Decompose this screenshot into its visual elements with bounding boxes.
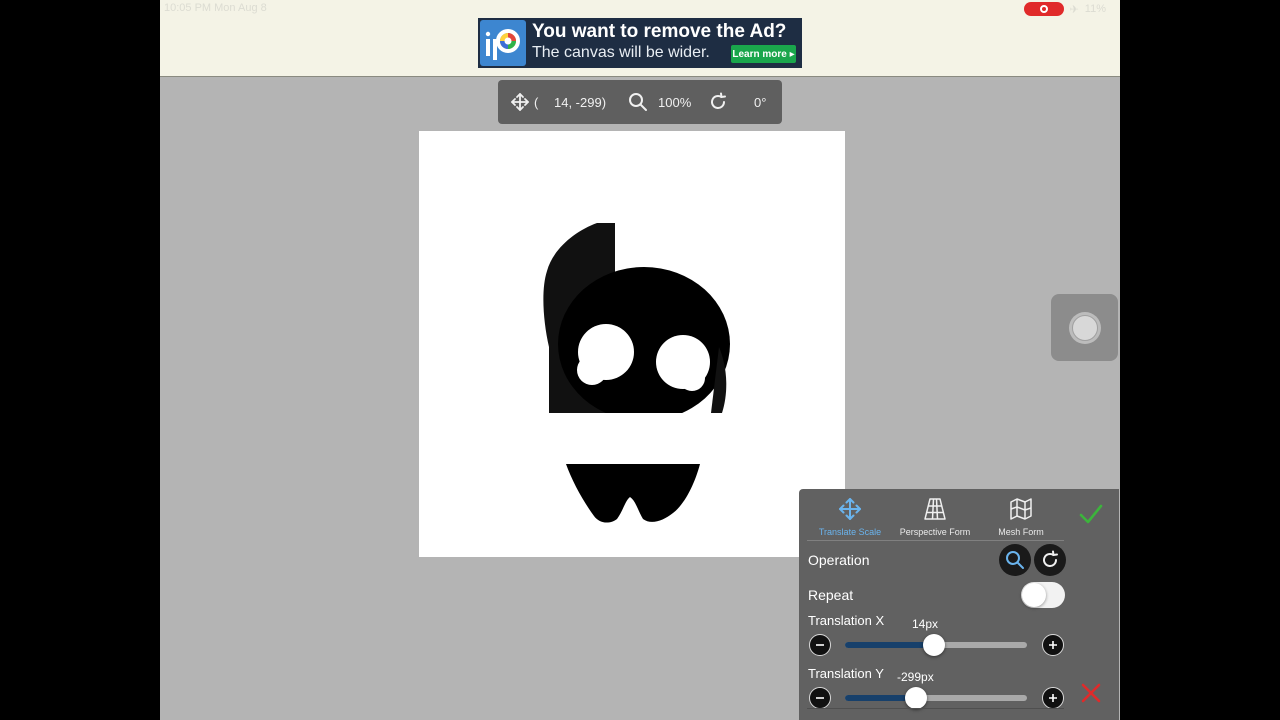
translation-y-decrement-button[interactable] [809,687,831,709]
screen-recording-indicator [1023,2,1064,16]
close-icon [1081,683,1101,703]
ibispaint-logo-icon [480,20,526,66]
tool-label: Perspective Form [899,527,971,537]
translation-y-value: -299px [897,670,934,684]
status-icons: ✈ 11% [1023,2,1106,16]
translation-x-value: 14px [912,617,939,631]
rotation-angle: 0° [754,94,767,110]
minus-icon [816,644,824,646]
confirm-checkmark-button[interactable] [1078,501,1104,532]
cancel-x-button[interactable] [1080,682,1102,709]
plus-icon [1049,641,1057,649]
operation-rotate-button[interactable] [1034,544,1066,576]
slider-thumb[interactable] [923,634,946,656]
rotate-icon [1043,550,1058,567]
tool-mesh-form[interactable]: Mesh Form [971,497,1071,537]
translation-x-decrement-button[interactable] [809,634,831,656]
mesh-map-icon [1010,498,1032,520]
airplane-icon: ✈ [1069,3,1079,16]
artwork [543,223,730,523]
magnifier-icon [628,80,648,124]
coords-open-paren: ( [534,94,539,110]
rotate-icon [708,80,728,124]
translation-y-slider[interactable] [845,687,1027,709]
floating-button-icon [1071,314,1098,341]
ad-subtitle: The canvas will be wider. [532,44,710,61]
drawing-canvas[interactable] [419,131,845,557]
operation-zoom-button[interactable] [999,544,1031,576]
ad-title: You want to remove the Ad? [532,21,787,42]
repeat-label: Repeat [808,587,854,603]
plus-icon [1049,694,1057,702]
translation-x-slider[interactable] [845,634,1027,656]
slider-thumb[interactable] [904,687,927,709]
ad-banner[interactable]: You want to remove the Ad? The canvas wi… [478,18,802,68]
perspective-grid-icon [924,498,946,520]
tool-perspective-form[interactable]: Perspective Form [885,497,985,537]
magnifier-icon [1006,551,1024,569]
repeat-toggle[interactable] [1021,582,1065,608]
transform-panel: Translate Scale Perspective Form Mesh Fo… [799,489,1119,720]
transform-info-bar: ( 14, -299) 100% 0° [498,80,782,124]
translation-y-increment-button[interactable] [1042,687,1064,709]
translation-coords: 14, -299) [554,94,607,110]
translation-x-label: Translation X [808,613,885,628]
record-icon [1039,5,1048,13]
checkmark-icon [1079,504,1103,524]
tool-divider [807,540,1064,541]
tool-label: Mesh Form [998,527,1044,537]
floating-button-ring [1068,311,1101,344]
move-icon [839,498,861,520]
move-icon [510,80,530,124]
translation-y-label: Translation Y [808,666,884,681]
battery-level: 11% [1084,3,1106,15]
ipad-screen: 10:05 PM Mon Aug 8 ✈ 11% You want to rem… [160,0,1120,720]
floating-action-button[interactable] [1051,294,1118,361]
operation-label: Operation [808,552,870,568]
toggle-knob [1022,583,1046,607]
status-time: 10:05 PM Mon Aug 8 [164,2,267,14]
slider-fill [845,642,935,648]
translation-x-increment-button[interactable] [1042,634,1064,656]
learn-more-button[interactable]: Learn more ▸ [731,45,796,63]
ad-bar: 10:05 PM Mon Aug 8 ✈ 11% You want to rem… [160,0,1120,77]
panel-divider [807,708,1064,709]
minus-icon [816,697,824,699]
zoom-level: 100% [658,94,692,110]
